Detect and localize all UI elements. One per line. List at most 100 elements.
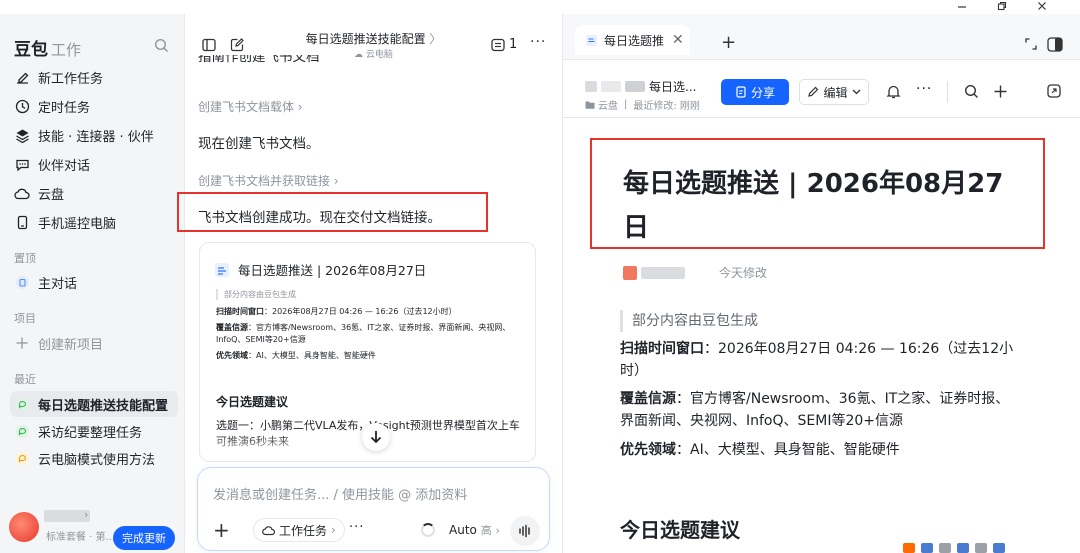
document-pane: 每日选题推送 ✕ + 每日选... 云盘 | 最近修改: 刚刚 分享 编辑	[563, 14, 1080, 553]
minimize-button[interactable]	[952, 0, 972, 12]
plus-icon	[14, 335, 30, 351]
sidebar-item-label: 云电脑模式使用方法	[38, 452, 156, 468]
doc-toolbar: 每日选... 云盘 | 最近修改: 刚刚 分享 编辑 ···	[563, 61, 1080, 118]
message-composer[interactable]: 发消息或创建任务... / 使用技能 @ 添加资料 + 工作任务 › ··· A…	[197, 467, 550, 551]
sidebar-item-cloud[interactable]: 云盘	[10, 180, 178, 206]
close-tab-button[interactable]: ✕	[672, 32, 684, 48]
new-tab-button[interactable]: +	[721, 32, 736, 53]
sidebar-item-scheduled[interactable]: 定时任务	[10, 93, 178, 119]
sidebar-item-recent-interview[interactable]: 采访纪要整理任务	[10, 418, 178, 444]
edit-button[interactable]: 编辑	[799, 79, 869, 105]
redacted-block	[585, 81, 597, 92]
toggle-pane-button[interactable]	[1047, 37, 1063, 52]
doc-search-button[interactable]	[964, 84, 979, 99]
step-link-text: 创建飞书文档载体	[198, 100, 295, 114]
sidebar-item-recent-cloud-pc[interactable]: 云电脑模式使用方法	[10, 445, 178, 471]
tray-app-icon	[921, 543, 933, 553]
message-input[interactable]: 发消息或创建任务... / 使用技能 @ 添加资料	[213, 484, 467, 503]
sidebar-item-label: 新工作任务	[38, 71, 104, 87]
system-tray	[903, 543, 1080, 553]
close-window-button[interactable]	[1032, 0, 1052, 12]
highlight-box	[177, 192, 488, 232]
sidebar-item-label: 主对话	[38, 276, 78, 292]
chat-message-partial: 指南作创建飞书文档	[198, 55, 320, 65]
label: 优先领域	[216, 351, 248, 360]
sidebar-item-skills[interactable]: 技能 · 连接器 · 伙伴	[10, 122, 178, 148]
more-options-button[interactable]: ···	[349, 520, 364, 535]
chevron-right-icon: ›	[84, 508, 89, 521]
notification-button[interactable]	[886, 84, 901, 99]
sidebar-search-button[interactable]	[154, 38, 169, 53]
sidebar-item-main-chat[interactable]: 主对话	[10, 269, 178, 295]
more-button[interactable]: ···	[530, 34, 546, 50]
label: 覆盖信源	[620, 391, 676, 407]
upgrade-button[interactable]: 完成更新	[113, 526, 175, 550]
doc-location-text: 云盘	[598, 101, 618, 112]
value: ：官方博客/Newsroom、36氪、IT之家、证券时报、界面新闻、央视网、In…	[620, 391, 1010, 429]
doc-title[interactable]: 每日选题推送 | 2026年08月27日	[623, 162, 1023, 250]
task-mode-selector[interactable]: 工作任务 ›	[253, 518, 345, 542]
doc-more-button[interactable]: ···	[916, 81, 932, 97]
attach-button[interactable]: +	[213, 518, 230, 542]
label: 覆盖信源	[216, 323, 248, 332]
model-mode: Auto	[449, 523, 477, 537]
chevron-right-icon: ›	[495, 524, 500, 537]
plus-icon	[994, 85, 1007, 98]
doc-card-heading: 今日选题建议	[216, 395, 289, 409]
doc-modified: 最近修改: 刚刚	[633, 101, 700, 112]
chat-message: 现在创建飞书文档。	[198, 136, 320, 152]
doc-card-source: 覆盖信源：官方博客/Newsroom、36氪、IT之家、证券时报、界面新闻、央视…	[216, 322, 516, 346]
chat-icon	[14, 156, 30, 172]
share-label: 分享	[750, 85, 775, 100]
doc-location: 云盘 | 最近修改: 刚刚	[585, 97, 700, 112]
open-external-button[interactable]	[1047, 84, 1061, 98]
sidebar-item-label: 技能 · 连接器 · 伙伴	[38, 129, 154, 145]
main-chat-icon	[14, 274, 30, 290]
label: 优先领域	[620, 442, 676, 458]
step-link-create-and-link[interactable]: 创建飞书文档并获取链接 ›	[198, 172, 339, 189]
section-label-projects: 项目	[14, 312, 36, 325]
doc-name[interactable]: 每日选...	[649, 78, 696, 95]
sidebar: 豆包 工作 新工作任务 定时任务 技能 · 连接器 · 伙伴 伙伴对话 云盘 手机…	[0, 14, 185, 553]
task-mode-label: 工作任务	[279, 523, 328, 538]
step-link-create-carrier[interactable]: 创建飞书文档载体 ›	[198, 98, 303, 115]
author-avatar	[623, 265, 637, 280]
restore-button[interactable]	[992, 0, 1012, 12]
sidebar-item-phone-remote[interactable]: 手机遥控电脑	[10, 209, 178, 235]
brand-logo: 豆包 工作	[14, 35, 81, 60]
folder-icon	[585, 101, 595, 109]
tab-bar: 每日选题推送 ✕ +	[563, 14, 1080, 60]
new-project-button[interactable]: 创建新项目	[10, 330, 178, 356]
doc-add-button[interactable]	[993, 84, 1008, 99]
chat-bubble-icon	[14, 396, 30, 412]
doc-card-quote: 部分内容由豆包生成	[216, 289, 296, 300]
waveform-icon	[519, 524, 530, 538]
sidebar-item-label: 伙伴对话	[38, 158, 91, 174]
scroll-down-button[interactable]	[362, 423, 390, 451]
clock-icon	[14, 98, 30, 114]
edit-label: 编辑	[823, 85, 848, 100]
shrink-button[interactable]	[1025, 38, 1037, 50]
sidebar-item-new-task[interactable]: 新工作任务	[10, 64, 178, 90]
window-controls	[930, 0, 1080, 14]
chat-bubble-icon	[14, 423, 30, 439]
bell-icon	[886, 85, 901, 99]
tray-app-icon	[939, 543, 951, 553]
value: ：AI、大模型、具身智能、智能硬件	[676, 442, 900, 458]
tab-label: 每日选题推送	[604, 33, 664, 48]
sidebar-item-partner-chat[interactable]: 伙伴对话	[10, 151, 178, 177]
tab-daily-topic-doc[interactable]: 每日选题推送 ✕	[575, 25, 690, 55]
share-button[interactable]: 分享	[721, 79, 789, 105]
chevron-right-icon: 〉	[429, 32, 442, 46]
sidebar-item-recent-skill-config[interactable]: 每日选题推送技能配置	[10, 391, 178, 417]
sidebar-item-label: 采访纪要整理任务	[38, 425, 143, 441]
value: ：官方博客/Newsroom、36氪、IT之家、证券时报、界面新闻、央视网、In…	[216, 323, 511, 344]
value: ：2026年08月27日 04:26 — 16:26（过去12小时）	[264, 307, 457, 316]
tray-app-icon	[975, 543, 987, 553]
voice-input-button[interactable]	[510, 516, 540, 546]
avatar[interactable]	[9, 512, 39, 542]
model-selector[interactable]: Auto 高 ›	[449, 522, 500, 538]
doc-icon	[586, 34, 597, 46]
chevron-right-icon: ›	[333, 174, 339, 188]
task-list-button[interactable]: 1	[491, 37, 517, 52]
